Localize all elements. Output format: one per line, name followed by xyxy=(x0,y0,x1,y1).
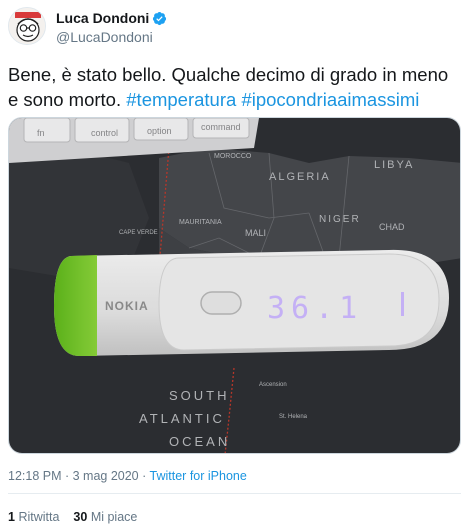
tweet-meta: 12:18 PM · 3 mag 2020 · Twitter for iPho… xyxy=(8,469,247,483)
likes-count: 30 xyxy=(73,510,88,524)
author-handle[interactable]: @LucaDondoni xyxy=(56,29,167,45)
tweet-timestamp[interactable]: 12:18 PM · 3 mag 2020 · xyxy=(8,469,150,483)
avatar[interactable] xyxy=(8,7,46,45)
tweet-photo[interactable]: MOROCCO ALGERIA LIBYA MAURITANIA MALI NI… xyxy=(8,117,461,454)
author-names: Luca Dondoni @LucaDondoni xyxy=(56,10,167,45)
photo-thermometer-on-map: MOROCCO ALGERIA LIBYA MAURITANIA MALI NI… xyxy=(9,118,460,453)
name-row: Luca Dondoni xyxy=(56,10,167,26)
avatar-illustration-icon xyxy=(9,8,45,44)
hashtag-link[interactable]: #ipocondriaaimassimi xyxy=(241,89,419,110)
tweet-text: Bene, è stato bello. Qualche decimo di g… xyxy=(8,62,463,112)
hashtag-link[interactable]: #temperatura xyxy=(126,89,236,110)
tweet-card: Luca Dondoni @LucaDondoni Bene, è stato … xyxy=(0,0,469,529)
verified-badge-icon xyxy=(153,11,167,25)
author-display-name[interactable]: Luca Dondoni xyxy=(56,10,149,26)
retweets-label: Ritwitta xyxy=(18,510,60,524)
tweet-stats: 1 Ritwitta 30 Mi piace xyxy=(8,510,151,524)
retweets-count: 1 xyxy=(8,510,15,524)
tweet-header: Luca Dondoni @LucaDondoni xyxy=(8,7,167,53)
likes-label: Mi piace xyxy=(90,510,138,524)
retweets-stat[interactable]: 1 Ritwitta xyxy=(8,510,59,524)
likes-stat[interactable]: 30 Mi piace xyxy=(73,510,137,524)
divider xyxy=(8,493,461,494)
tweet-source-link[interactable]: Twitter for iPhone xyxy=(150,469,247,483)
